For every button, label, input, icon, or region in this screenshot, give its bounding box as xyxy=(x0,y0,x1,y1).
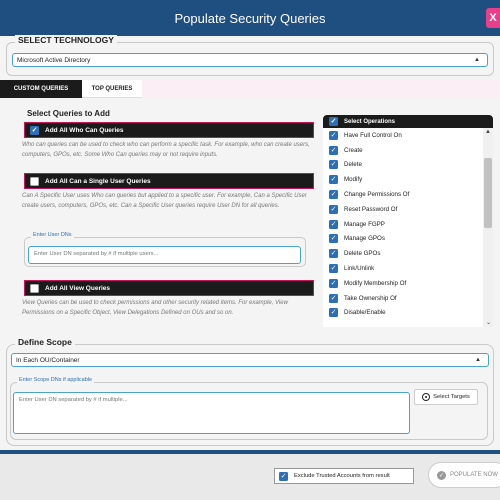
checkbox-checked-icon: ✓ xyxy=(329,264,338,274)
operation-item[interactable]: ✓ Delete GPOs xyxy=(323,246,493,261)
operation-item[interactable]: ✓ Modify xyxy=(323,172,493,187)
checkbox-checked-icon: ✓ xyxy=(329,190,338,200)
technology-group: SELECT TECHNOLOGY Microsoft Active Direc… xyxy=(6,35,494,76)
operation-item[interactable]: ✓ Modify Membership Of xyxy=(323,276,493,291)
exclude-trusted-label: Exclude Trusted Accounts from result xyxy=(294,473,390,479)
select-targets-button[interactable]: Select Targets xyxy=(414,389,478,405)
exclude-trusted-checkbox[interactable]: ✓ Exclude Trusted Accounts from result xyxy=(274,468,414,484)
check-circle-icon: ✓ xyxy=(437,470,446,480)
checkbox-checked-icon: ✓ xyxy=(329,145,338,155)
checkbox-checked-icon: ✓ xyxy=(329,219,338,229)
checkbox-checked-icon: ✓ xyxy=(329,130,338,140)
checkbox-checked-icon: ✓ xyxy=(329,293,338,303)
scope-select[interactable]: In Each OU/Container ▲ xyxy=(11,353,489,367)
who-can-description: Who can queries can be used to check who… xyxy=(22,142,310,158)
single-user-label: Add All Can a Single User Queries xyxy=(45,177,151,185)
checkbox-checked-icon: ✓ xyxy=(329,175,338,185)
single-user-checkbox[interactable]: Add All Can a Single User Queries xyxy=(24,173,314,189)
scope-dns-legend: Enter Scope DNs if applicable xyxy=(17,377,95,383)
operation-item[interactable]: ✓ Link/Unlink xyxy=(323,261,493,276)
title-bar: Populate Security Queries X xyxy=(0,0,500,36)
checkbox-checked-icon: ✓ xyxy=(329,308,338,318)
operation-item[interactable]: ✓ Disable/Enable xyxy=(323,306,493,321)
operation-item[interactable]: ✓ Reset Password Of xyxy=(323,202,493,217)
scrollbar-thumb[interactable] xyxy=(484,158,492,228)
chevron-up-icon: ▲ xyxy=(474,57,480,63)
tab-top-queries[interactable]: TOP QUERIES xyxy=(82,80,142,98)
operations-header[interactable]: ✓ Select Operations xyxy=(323,115,493,128)
populate-now-button[interactable]: ✓ POPULATE NOW xyxy=(428,462,500,488)
view-checkbox[interactable]: Add All View Queries xyxy=(24,280,314,296)
technology-selected: Microsoft Active Directory xyxy=(17,56,91,64)
operations-scrollbar[interactable]: ▲ ⌄ xyxy=(483,128,493,327)
operation-item[interactable]: ✓ Take Ownership Of xyxy=(323,291,493,306)
tab-bar: CUSTOM QUERIES TOP QUERIES xyxy=(0,80,500,98)
checkbox-checked-icon: ✓ xyxy=(329,204,338,214)
checkbox-checked-icon: ✓ xyxy=(329,249,338,259)
footer-bar: ✓ Exclude Trusted Accounts from result ✓… xyxy=(0,450,500,500)
window-title: Populate Security Queries xyxy=(174,10,326,26)
checkbox-checked-icon: ✓ xyxy=(329,278,338,288)
tab-strip xyxy=(142,80,500,98)
checkbox-empty-icon xyxy=(30,176,39,186)
scroll-up-icon[interactable]: ▲ xyxy=(485,129,491,135)
tab-custom-queries[interactable]: CUSTOM QUERIES xyxy=(0,80,82,98)
target-icon xyxy=(422,393,431,401)
scroll-down-icon[interactable]: ⌄ xyxy=(486,319,491,326)
scope-selected: In Each OU/Container xyxy=(16,356,80,364)
checkbox-checked-icon: ✓ xyxy=(30,125,39,135)
main-panel: SELECT TECHNOLOGY Microsoft Active Direc… xyxy=(0,35,500,450)
checkbox-checked-icon: ✓ xyxy=(279,471,288,481)
single-user-description: Can A Specific User uses Who can queries… xyxy=(22,193,307,209)
user-dns-legend: Enter User DNs xyxy=(31,232,74,238)
queries-legend: Select Queries to Add xyxy=(24,109,113,118)
technology-select[interactable]: Microsoft Active Directory ▲ xyxy=(12,53,488,67)
scope-legend: Define Scope xyxy=(15,337,75,347)
close-button[interactable]: X xyxy=(486,8,500,28)
operation-item[interactable]: ✓ Manage GPOs xyxy=(323,232,493,247)
view-label: Add All View Queries xyxy=(45,284,111,292)
who-can-label: Add All Who Can Queries xyxy=(45,126,124,134)
user-dns-group: Enter User DNs Enter User DN separated b… xyxy=(24,232,306,267)
operation-item[interactable]: ✓ Change Permissions Of xyxy=(323,187,493,202)
operation-item[interactable]: ✓ Delete xyxy=(323,158,493,173)
populate-now-label: POPULATE NOW xyxy=(450,472,498,478)
view-description: View Queries can be used to check permis… xyxy=(22,300,288,316)
select-targets-label: Select Targets xyxy=(433,394,470,400)
user-dns-input[interactable]: Enter User DN separated by # if multiple… xyxy=(28,246,301,264)
who-can-checkbox[interactable]: ✓ Add All Who Can Queries xyxy=(24,122,314,138)
checkbox-checked-icon: ✓ xyxy=(329,117,338,126)
operation-item[interactable]: ✓ Manage FGPP xyxy=(323,217,493,232)
operations-list: ✓ Select Operations ✓ Have Full Control O… xyxy=(323,115,493,327)
checkbox-checked-icon: ✓ xyxy=(329,160,338,170)
operation-item[interactable]: ✓ Create xyxy=(323,143,493,158)
scope-dns-input[interactable]: Enter User DN separated by # if multiple… xyxy=(13,392,410,434)
chevron-up-icon: ▲ xyxy=(475,357,481,363)
checkbox-checked-icon: ✓ xyxy=(329,234,338,244)
checkbox-empty-icon xyxy=(30,283,39,293)
operations-header-label: Select Operations xyxy=(344,118,396,125)
technology-legend: SELECT TECHNOLOGY xyxy=(15,35,117,45)
operation-item[interactable]: ✓ Have Full Control On xyxy=(323,128,493,143)
